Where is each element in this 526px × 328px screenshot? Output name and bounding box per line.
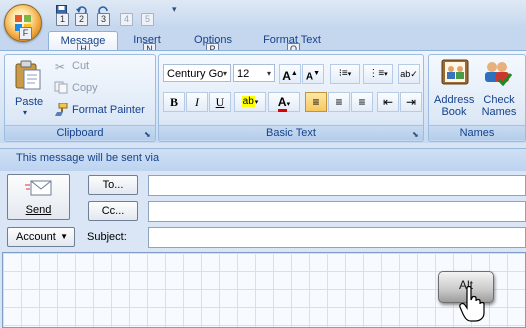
decrease-indent-icon: ⇤: [382, 95, 394, 109]
cc-field[interactable]: [148, 201, 526, 222]
customize-qat-chevron-icon[interactable]: ▾: [172, 4, 177, 15]
account-label: Account: [16, 231, 56, 243]
keytip-qat-1: 1: [56, 13, 69, 26]
info-bar-text: This message will be sent via: [16, 152, 160, 164]
send-button[interactable]: Send: [7, 174, 70, 220]
keytip-qat-3: 3: [97, 13, 110, 26]
align-center-button[interactable]: ≡: [328, 92, 350, 112]
highlight-icon: ab: [241, 96, 255, 107]
highlight-button[interactable]: ab▾: [234, 92, 266, 112]
font-size-chevron-icon: ▾: [266, 69, 271, 78]
copy-icon: [54, 81, 68, 94]
to-button[interactable]: To...: [88, 175, 138, 195]
bullets-icon: ⁝≡: [338, 68, 348, 79]
keytip-qat-4: 4: [120, 13, 133, 26]
font-size-value: 12: [237, 68, 250, 80]
styles-button[interactable]: ab✓: [398, 64, 420, 84]
cc-button[interactable]: Cc...: [88, 201, 138, 221]
hand-cursor-icon: [459, 286, 485, 322]
align-right-icon: ≡: [358, 95, 366, 109]
clipboard-group-label: Clipboard: [5, 125, 155, 140]
decrease-indent-button[interactable]: ⇤: [377, 92, 399, 112]
check-names-icon[interactable]: [482, 58, 512, 86]
keytip-qat-5: 5: [141, 13, 154, 26]
align-left-icon: ≡: [312, 95, 320, 109]
styles-icon: ab✓: [400, 69, 418, 79]
subject-label: Subject:: [87, 231, 127, 243]
to-field[interactable]: [148, 175, 526, 196]
align-center-icon: ≡: [335, 95, 343, 109]
font-name-chevron-icon: ▾: [222, 69, 227, 78]
bullets-button[interactable]: ⁝≡▾: [330, 64, 360, 84]
align-right-button[interactable]: ≡: [351, 92, 373, 112]
increase-indent-button[interactable]: ⇥: [400, 92, 422, 112]
grow-font-icon: A: [282, 69, 291, 83]
copy-button[interactable]: Copy: [72, 82, 98, 94]
font-name-value: Century Go: [167, 68, 224, 80]
font-color-icon: A: [277, 96, 287, 112]
font-size-combo[interactable]: 12 ▾: [233, 64, 275, 82]
account-button[interactable]: Account ▼: [7, 227, 75, 247]
underline-button[interactable]: U: [209, 92, 231, 112]
bold-button[interactable]: B: [163, 92, 185, 112]
numbering-icon: ⋮≡: [368, 68, 385, 79]
numbering-button[interactable]: ⋮≡▾: [363, 64, 393, 84]
account-chevron-icon: ▼: [60, 232, 68, 241]
format-painter-button[interactable]: Format Painter: [72, 104, 145, 116]
paste-icon[interactable]: [14, 60, 42, 90]
subject-field[interactable]: [148, 227, 526, 248]
keytip-qat-2: 2: [75, 13, 88, 26]
send-label: Send: [25, 204, 52, 216]
scissors-icon: ✂: [55, 60, 66, 74]
align-left-button[interactable]: ≡: [305, 92, 327, 112]
basic-text-group-label: Basic Text: [159, 125, 423, 140]
font-name-combo[interactable]: Century Go ▾: [163, 64, 231, 82]
address-book-button[interactable]: Address Book: [434, 94, 474, 118]
grow-font-button[interactable]: A▲: [279, 64, 301, 84]
check-names-button[interactable]: Check Names: [478, 94, 520, 118]
names-group-label: Names: [429, 125, 525, 140]
format-painter-icon: [55, 103, 68, 116]
clipboard-dialog-launcher-icon[interactable]: ⬊: [144, 130, 153, 139]
italic-button[interactable]: I: [186, 92, 208, 112]
paste-button[interactable]: Paste: [15, 96, 43, 108]
office-button[interactable]: F: [4, 4, 42, 42]
increase-indent-icon: ⇥: [405, 95, 417, 109]
office-keytip: F: [19, 27, 32, 40]
basic-text-dialog-launcher-icon[interactable]: ⬊: [412, 130, 421, 139]
address-book-icon[interactable]: [440, 58, 470, 86]
cut-button[interactable]: Cut: [72, 60, 89, 72]
send-envelope-icon: [25, 180, 52, 196]
shrink-font-button[interactable]: A▼: [302, 64, 324, 84]
font-color-button[interactable]: A▾: [268, 92, 300, 112]
paste-dropdown-chevron-icon[interactable]: ▾: [23, 108, 27, 117]
